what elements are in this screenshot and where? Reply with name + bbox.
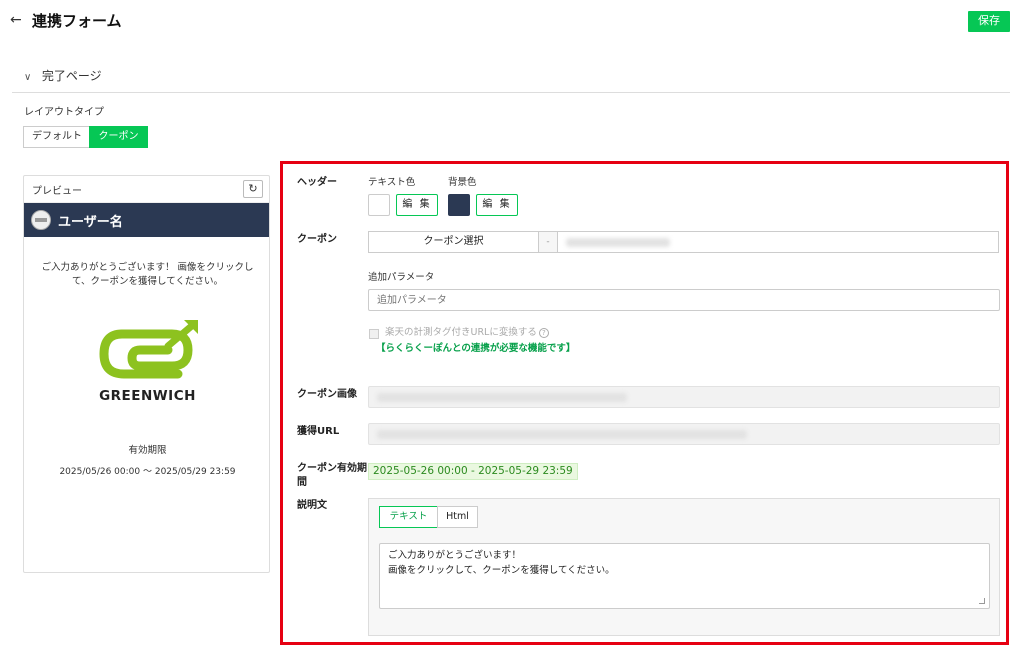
coupon-period-value: 2025-05-26 00:00 - 2025-05-29 23:59 [368, 463, 578, 480]
preview-header: プレビュー ↻ [24, 176, 269, 203]
acquire-url-field [368, 423, 1000, 445]
page-title: 連携フォーム [32, 12, 122, 30]
refresh-icon[interactable]: ↻ [243, 180, 263, 198]
avatar [31, 210, 51, 230]
top-bar: ← 連携フォーム 保存 [0, 0, 1024, 42]
description-label: 説明文 [297, 500, 327, 511]
acquire-url-label: 獲得URL [297, 426, 340, 437]
text-color-label: テキスト色 [368, 177, 416, 188]
rakuten-note: 【らくらくーぽんとの連携が必要な機能です】 [376, 343, 576, 354]
edit-bg-color-button[interactable]: 編 集 [476, 194, 518, 216]
description-editor: テキスト Html ご入力ありがとうございます！ 画像をクリックして、クーポンを… [368, 498, 1000, 636]
section-toggle-complete-page[interactable]: ∨ 完了ページ [24, 66, 102, 86]
tab-text[interactable]: テキスト [379, 506, 438, 528]
coupon-image-label: クーポン画像 [297, 389, 357, 400]
text-color-swatch[interactable] [368, 194, 390, 216]
rakuten-convert-label: 楽天の計測タグ付きURLに変換する? [385, 326, 549, 340]
description-textarea[interactable]: ご入力ありがとうございます！ 画像をクリックして、クーポンを獲得してください。 [379, 543, 990, 609]
coupon-label: クーポン [297, 234, 337, 245]
preview-panel: プレビュー ↻ ユーザー名 ご入力ありがとうございます！ 画像をクリックして、ク… [23, 175, 270, 573]
edit-text-color-button[interactable]: 編 集 [396, 194, 438, 216]
coupon-separator: - [539, 231, 557, 253]
preview-message: ご入力ありがとうございます！ 画像をクリックして、クーポンを獲得してください。 [41, 262, 254, 287]
help-icon[interactable]: ? [538, 327, 549, 338]
header-label: ヘッダー [297, 177, 337, 188]
bg-color-label: 背景色 [448, 177, 477, 188]
coupon-period-label: クーポン有効期間 [297, 463, 367, 488]
coupon-select-button[interactable]: クーポン選択 [368, 231, 539, 253]
back-arrow-icon[interactable]: ← [10, 10, 26, 30]
validity-label: 有効期限 [128, 445, 167, 456]
layout-type-label: レイアウトタイプ [24, 107, 104, 118]
coupon-value-field[interactable] [557, 231, 999, 253]
section-divider [12, 92, 1010, 93]
extra-param-label: 追加パラメータ [368, 272, 435, 283]
validity-range: 2025/05/26 00:00 〜 2025/05/29 23:59 [59, 467, 236, 477]
resize-handle-icon[interactable] [979, 598, 985, 604]
save-button[interactable]: 保存 [968, 11, 1010, 32]
tab-html[interactable]: Html [437, 506, 478, 528]
layout-option-default[interactable]: デフォルト [23, 126, 90, 148]
section-title: 完了ページ [41, 69, 102, 83]
preview-username: ユーザー名 [58, 215, 123, 230]
chevron-down-icon: ∨ [24, 72, 32, 83]
redacted-text [377, 430, 747, 439]
coupon-image-field [368, 386, 1000, 408]
rakuten-convert-checkbox[interactable] [369, 329, 379, 339]
redacted-text [377, 393, 627, 402]
bg-color-swatch[interactable] [448, 194, 470, 216]
layout-option-coupon[interactable]: クーポン [89, 126, 148, 148]
logo-text: GREENWICH [99, 388, 196, 404]
redacted-text [566, 238, 670, 247]
extra-param-input[interactable] [368, 289, 1000, 311]
preview-user-bar: ユーザー名 [24, 203, 269, 237]
preview-label: プレビュー [32, 186, 82, 197]
